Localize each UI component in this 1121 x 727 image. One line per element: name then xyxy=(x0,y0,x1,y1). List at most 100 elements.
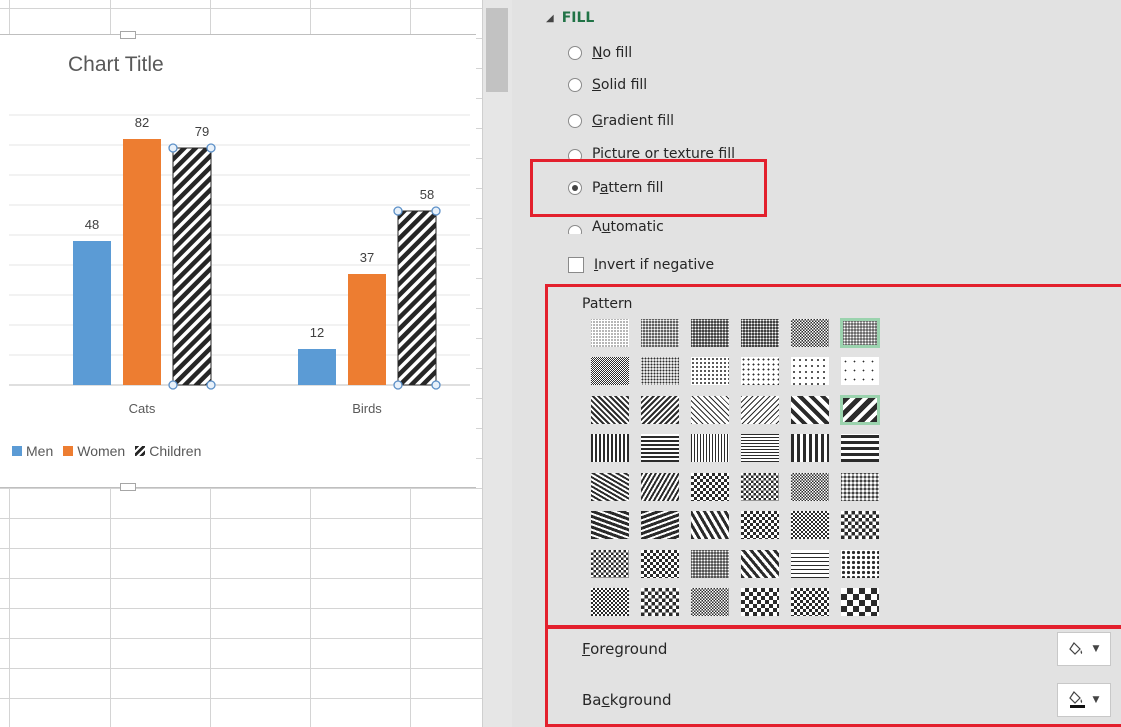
legend-entry-women[interactable]: Women xyxy=(63,443,125,459)
pattern-swatch[interactable] xyxy=(740,395,780,425)
grid-row-line xyxy=(0,548,482,549)
pattern-swatch[interactable] xyxy=(790,549,830,579)
pattern-swatch[interactable] xyxy=(590,587,630,617)
pattern-swatch[interactable] xyxy=(840,356,880,386)
data-label[interactable]: 48 xyxy=(85,217,99,232)
selection-handle[interactable] xyxy=(393,206,403,216)
pattern-swatch[interactable] xyxy=(590,356,630,386)
category-axis-label[interactable]: Cats xyxy=(129,401,156,416)
pattern-swatch[interactable] xyxy=(790,510,830,540)
legend-entry-children[interactable]: Children xyxy=(135,443,201,459)
selection-handle[interactable] xyxy=(168,143,178,153)
pattern-swatch[interactable] xyxy=(640,395,680,425)
selection-handle[interactable] xyxy=(393,380,403,390)
data-label[interactable]: 37 xyxy=(360,250,374,265)
solid-fill-label: Solid fill xyxy=(592,77,648,93)
pattern-swatch[interactable] xyxy=(790,587,830,617)
bar-women-cats[interactable] xyxy=(123,139,161,385)
pattern-swatch[interactable] xyxy=(740,587,780,617)
invert-if-negative-checkbox[interactable] xyxy=(568,257,584,273)
selection-handle[interactable] xyxy=(206,143,216,153)
vertical-scrollbar[interactable] xyxy=(482,0,513,727)
pattern-swatch[interactable] xyxy=(690,395,730,425)
bar-men-birds[interactable] xyxy=(298,349,336,385)
scrollbar-thumb[interactable] xyxy=(486,8,508,92)
gradient-fill-option[interactable]: Gradient fill xyxy=(568,110,674,132)
automatic-radio[interactable] xyxy=(568,225,582,234)
bar-men-cats[interactable] xyxy=(73,241,111,385)
pattern-swatch[interactable] xyxy=(690,510,730,540)
gradient-fill-radio[interactable] xyxy=(568,114,582,128)
legend-entry-men[interactable]: Men xyxy=(12,443,53,459)
pattern-swatch[interactable] xyxy=(690,549,730,579)
pattern-swatch[interactable] xyxy=(690,356,730,386)
pattern-swatch[interactable] xyxy=(590,510,630,540)
pattern-swatch[interactable] xyxy=(640,356,680,386)
no-fill-label: No fill xyxy=(592,45,633,61)
pattern-swatch[interactable] xyxy=(590,318,630,348)
pattern-swatch[interactable] xyxy=(740,472,780,502)
selection-handle[interactable] xyxy=(431,206,441,216)
foreground-color-button[interactable]: ▼ xyxy=(1057,632,1111,666)
pattern-swatch[interactable] xyxy=(690,587,730,617)
pattern-swatch[interactable] xyxy=(640,510,680,540)
pattern-swatch[interactable] xyxy=(690,472,730,502)
selection-handle[interactable] xyxy=(168,380,178,390)
automatic-option[interactable]: Automatic xyxy=(568,218,664,234)
category-axis-label[interactable]: Birds xyxy=(352,401,382,416)
fill-section-header[interactable]: ◢ FILL xyxy=(546,10,594,26)
grid-row-line xyxy=(0,8,482,9)
selection-handle[interactable] xyxy=(431,380,441,390)
pattern-swatch[interactable] xyxy=(840,549,880,579)
no-fill-radio[interactable] xyxy=(568,46,582,60)
bar-women-birds[interactable] xyxy=(348,274,386,385)
pattern-swatch[interactable] xyxy=(840,395,880,425)
selection-handle[interactable] xyxy=(206,380,216,390)
pattern-swatch[interactable] xyxy=(640,318,680,348)
pattern-swatch[interactable] xyxy=(590,395,630,425)
data-label[interactable]: 58 xyxy=(420,187,434,202)
pattern-swatch[interactable] xyxy=(690,433,730,463)
foreground-label: Foreground xyxy=(582,640,668,658)
data-label[interactable]: 12 xyxy=(310,325,324,340)
pattern-swatch[interactable] xyxy=(740,318,780,348)
invert-if-negative-option[interactable]: Invert if negative xyxy=(568,254,714,276)
pattern-swatch[interactable] xyxy=(590,549,630,579)
pattern-swatch[interactable] xyxy=(840,433,880,463)
bar-children-birds[interactable] xyxy=(397,210,437,386)
pattern-swatch[interactable] xyxy=(690,318,730,348)
pattern-swatch[interactable] xyxy=(790,395,830,425)
legend-label: Children xyxy=(149,443,202,459)
pattern-swatch[interactable] xyxy=(740,433,780,463)
pattern-swatch[interactable] xyxy=(640,549,680,579)
pattern-swatch[interactable] xyxy=(840,510,880,540)
background-color-button[interactable]: ▼ xyxy=(1057,683,1111,717)
pattern-swatch[interactable] xyxy=(790,472,830,502)
chart-legend[interactable]: Men Women Children xyxy=(12,443,201,459)
pattern-fill-highlight xyxy=(530,159,767,217)
data-label[interactable]: 82 xyxy=(135,115,149,130)
pattern-swatch[interactable] xyxy=(740,549,780,579)
pattern-swatch[interactable] xyxy=(740,510,780,540)
pattern-swatch[interactable] xyxy=(640,587,680,617)
pattern-swatch[interactable] xyxy=(840,472,880,502)
pattern-swatch[interactable] xyxy=(790,356,830,386)
pattern-swatch[interactable] xyxy=(840,587,880,617)
pattern-swatch[interactable] xyxy=(640,472,680,502)
pattern-swatch[interactable] xyxy=(590,433,630,463)
solid-fill-radio[interactable] xyxy=(568,78,582,92)
plot-area[interactable]: 48 82 79 Cats 12 37 58 Birds xyxy=(0,35,476,487)
pattern-swatch[interactable] xyxy=(640,433,680,463)
pattern-swatch[interactable] xyxy=(590,472,630,502)
pattern-swatch[interactable] xyxy=(790,433,830,463)
data-label[interactable]: 79 xyxy=(195,124,209,139)
solid-fill-option[interactable]: Solid fill xyxy=(568,74,647,96)
pattern-swatch[interactable] xyxy=(790,318,830,348)
grid-row-line xyxy=(0,698,482,699)
collapse-triangle-icon[interactable]: ◢ xyxy=(546,13,554,24)
pattern-swatch[interactable] xyxy=(840,318,880,348)
bar-children-cats[interactable] xyxy=(172,147,212,386)
chart-area[interactable]: Chart Title 48 82 79 Cats 12 37 58 Birds Men Wom… xyxy=(0,31,476,491)
no-fill-option[interactable]: No fill xyxy=(568,42,632,64)
pattern-swatch[interactable] xyxy=(740,356,780,386)
